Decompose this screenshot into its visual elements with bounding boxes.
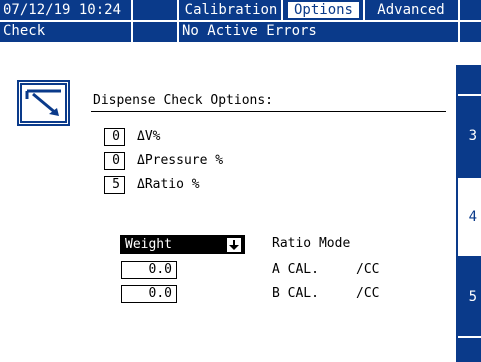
section-title: Dispense Check Options: bbox=[93, 93, 274, 108]
delta-pressure-field[interactable]: 0 bbox=[104, 152, 125, 170]
dispense-check-icon-graphic bbox=[20, 83, 67, 123]
side-tab-label: 3 bbox=[468, 128, 477, 144]
header-separator bbox=[177, 0, 179, 42]
mode-display: Check bbox=[3, 23, 46, 39]
header-separator bbox=[458, 0, 460, 42]
a-cal-unit: /CC bbox=[356, 262, 380, 277]
tab-advanced[interactable]: Advanced bbox=[366, 1, 456, 19]
ratio-mode-label: Ratio Mode bbox=[272, 236, 351, 251]
delta-ratio-field[interactable]: 5 bbox=[104, 176, 125, 194]
side-tab-divider bbox=[458, 336, 481, 338]
tab-options[interactable]: Options bbox=[287, 1, 360, 19]
b-cal-unit: /CC bbox=[356, 286, 380, 301]
side-tab-5[interactable]: 5 bbox=[458, 258, 481, 336]
side-tab-label: 4 bbox=[468, 209, 477, 225]
header-separator bbox=[363, 0, 365, 20]
section-title-rule bbox=[91, 111, 446, 112]
datetime-display: 07/12/19 10:24 bbox=[3, 2, 122, 18]
arrow-down-icon bbox=[227, 238, 241, 252]
delta-v-field[interactable]: 0 bbox=[104, 128, 125, 146]
side-tab-4[interactable]: 4 bbox=[456, 178, 481, 256]
b-cal-field[interactable]: 0.0 bbox=[121, 285, 177, 303]
side-tab-3[interactable]: 3 bbox=[458, 96, 481, 176]
b-cal-label: B CAL. bbox=[272, 286, 319, 301]
a-cal-label: A CAL. bbox=[272, 262, 319, 277]
delta-v-label: ΔV% bbox=[137, 129, 161, 144]
ratio-mode-select[interactable]: Weight bbox=[120, 235, 245, 254]
side-tab-divider bbox=[458, 94, 481, 96]
dispense-check-icon bbox=[17, 80, 70, 126]
a-cal-field[interactable]: 0.0 bbox=[121, 261, 177, 279]
header-separator bbox=[131, 0, 133, 42]
delta-pressure-label: ΔPressure % bbox=[137, 153, 224, 168]
side-tab-label: 5 bbox=[468, 289, 477, 305]
delta-ratio-label: ΔRatio % bbox=[137, 177, 200, 192]
status-display: No Active Errors bbox=[182, 23, 317, 39]
header-separator bbox=[281, 0, 283, 20]
ratio-mode-value: Weight bbox=[125, 237, 172, 252]
tab-calibration[interactable]: Calibration bbox=[182, 1, 280, 19]
